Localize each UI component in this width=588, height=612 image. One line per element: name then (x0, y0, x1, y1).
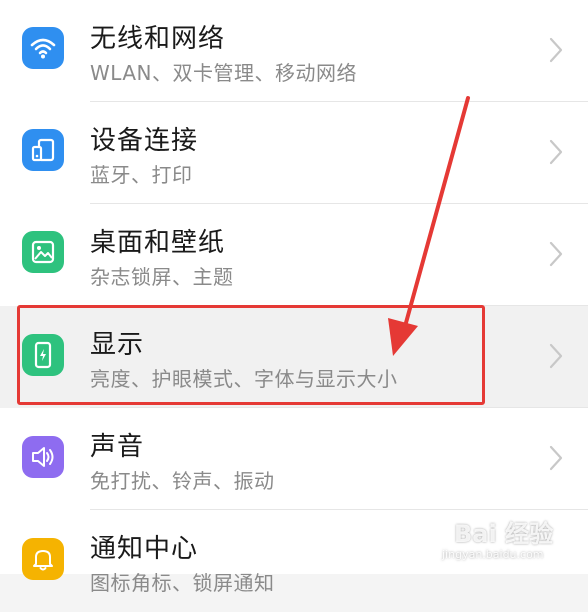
settings-item-subtitle: 蓝牙、打印 (90, 163, 193, 187)
settings-item-subtitle: WLAN、双卡管理、移动网络 (90, 61, 358, 85)
settings-item-display[interactable]: 显示 亮度、护眼模式、字体与显示大小 (0, 306, 588, 408)
settings-item-title: 声音 (90, 432, 145, 462)
settings-item-sound[interactable]: 声音 免打扰、铃声、振动 (0, 408, 588, 510)
settings-item-title: 显示 (90, 330, 145, 360)
chevron-right-icon (549, 139, 563, 165)
settings-item-title: 无线和网络 (90, 24, 226, 54)
settings-item-title: 设备连接 (90, 126, 199, 156)
settings-item-subtitle: 杂志锁屏、主题 (90, 265, 234, 289)
chevron-right-icon (549, 445, 563, 471)
settings-item-device-connection[interactable]: 设备连接 蓝牙、打印 (0, 102, 588, 204)
display-icon (22, 334, 64, 376)
chevron-right-icon (549, 37, 563, 63)
device-connection-icon (22, 129, 64, 171)
settings-item-wireless-network[interactable]: 无线和网络 WLAN、双卡管理、移动网络 (0, 0, 588, 102)
settings-item-subtitle: 免打扰、铃声、振动 (90, 469, 275, 493)
wifi-icon (22, 27, 64, 69)
sound-icon (22, 436, 64, 478)
settings-list: 无线和网络 WLAN、双卡管理、移动网络 设备连接 蓝牙、打印 桌面和壁纸 杂志… (0, 0, 588, 595)
settings-item-title: 桌面和壁纸 (90, 228, 226, 258)
settings-item-desktop-wallpaper[interactable]: 桌面和壁纸 杂志锁屏、主题 (0, 204, 588, 306)
chevron-right-icon (549, 241, 563, 267)
settings-item-subtitle: 亮度、护眼模式、字体与显示大小 (90, 367, 398, 391)
wallpaper-icon (22, 231, 64, 273)
chevron-right-icon (549, 343, 563, 369)
settings-item-notification-center[interactable]: 通知中心 图标角标、锁屏通知 (0, 510, 588, 612)
settings-item-subtitle: 图标角标、锁屏通知 (90, 571, 275, 595)
settings-item-title: 通知中心 (90, 534, 199, 564)
